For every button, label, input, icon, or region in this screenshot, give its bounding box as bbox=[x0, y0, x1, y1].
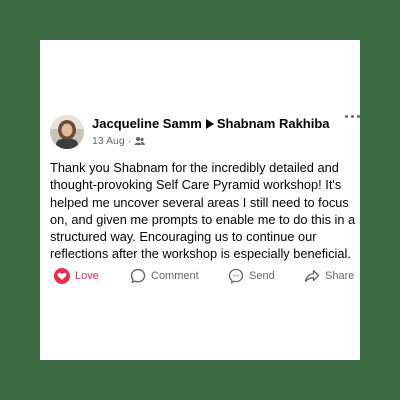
share-label: Share bbox=[325, 270, 355, 282]
send-button[interactable]: Send bbox=[228, 266, 275, 286]
recipient-name[interactable]: Shabnam Rakhiba bbox=[217, 116, 330, 131]
comment-label: Comment bbox=[151, 270, 199, 282]
comment-button[interactable]: Comment bbox=[130, 266, 199, 286]
share-button[interactable]: Share bbox=[304, 266, 354, 286]
love-icon bbox=[54, 268, 70, 284]
send-label: Send bbox=[249, 270, 275, 282]
post-body: Thank you Shabnam for the incredibly det… bbox=[50, 160, 356, 262]
share-icon bbox=[304, 269, 320, 283]
right-arrow-icon bbox=[205, 119, 214, 129]
friends-icon bbox=[134, 136, 146, 149]
post-meta: 13 Aug · bbox=[92, 135, 146, 149]
more-options-icon[interactable] bbox=[345, 112, 363, 122]
post-actions: Love Comment Send Share bbox=[52, 266, 357, 286]
avatar-photo bbox=[50, 115, 84, 149]
avatar[interactable] bbox=[50, 115, 84, 149]
post-date[interactable]: 13 Aug bbox=[92, 135, 125, 147]
post-card: Jacqueline Samm Shabnam Rakhiba 13 Aug · T… bbox=[40, 40, 360, 360]
love-label: Love bbox=[75, 270, 99, 282]
comment-icon bbox=[130, 268, 146, 284]
love-button[interactable]: Love bbox=[54, 266, 99, 286]
post-header-names: Jacqueline Samm Shabnam Rakhiba bbox=[92, 116, 330, 131]
messenger-icon bbox=[228, 268, 244, 284]
separator-dot: · bbox=[127, 135, 132, 147]
author-name[interactable]: Jacqueline Samm bbox=[92, 116, 202, 131]
